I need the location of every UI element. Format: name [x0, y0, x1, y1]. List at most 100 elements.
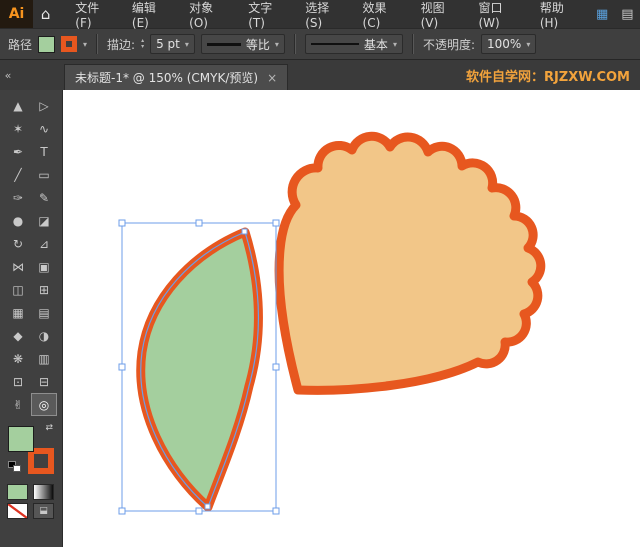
stroke-weight-combo[interactable]: 5 pt ▾: [150, 34, 195, 54]
tool-eraser[interactable]: ◪: [31, 209, 57, 232]
menu-bar: Ai ⌂ 文件(F) 编辑(E) 对象(O) 文字(T) 选择(S) 效果(C)…: [0, 0, 640, 28]
tool-type[interactable]: T: [31, 140, 57, 163]
fill-stroke-proxies: ⇄: [8, 426, 54, 474]
menu-item[interactable]: 对象(O): [180, 0, 239, 28]
stroke-swatch-dropdown-icon[interactable]: ▾: [83, 40, 87, 49]
document-tab-title: 未标题-1* @ 150% (CMYK/预览): [75, 69, 258, 86]
opacity-value: 100%: [487, 37, 521, 51]
screen-mode-icon: ⬓: [39, 506, 48, 516]
selection-handle[interactable]: [273, 364, 279, 370]
tool-free-transform[interactable]: ▣: [31, 255, 57, 278]
workspace-switcher-icon[interactable]: ▦: [590, 0, 615, 28]
tools-grid: ▲ ▷ ✶ ∿ ✒ T ╱ ▭ ✑ ✎ ● ◪: [5, 94, 57, 416]
selection-handle[interactable]: [119, 364, 125, 370]
tool-width[interactable]: ⋈: [5, 255, 31, 278]
tool-pen[interactable]: ✒: [5, 140, 31, 163]
tool-slice[interactable]: ⊟: [31, 370, 57, 393]
menu-item[interactable]: 帮助(H): [531, 0, 590, 28]
tool-perspective-grid[interactable]: ⊞: [31, 278, 57, 301]
control-bar: 路径 ▾ 描边: ▴ ▾ 5 pt ▾ 等比 ▾ 基本 ▾ 不透明度: 100%…: [0, 28, 640, 60]
menu-item[interactable]: 文字(T): [239, 0, 296, 28]
collapse-dock-icon[interactable]: «: [0, 60, 16, 90]
color-button[interactable]: [7, 484, 28, 500]
leaf-shape[interactable]: [141, 232, 259, 507]
screen-mode-button[interactable]: ⬓: [33, 503, 54, 519]
swap-fill-stroke-icon[interactable]: ⇄: [45, 423, 53, 433]
main-area: ▲ ▷ ✶ ∿ ✒ T ╱ ▭ ✑ ✎ ● ◪: [0, 90, 640, 547]
width-profile-value: 等比: [246, 36, 270, 53]
tool-column-graph[interactable]: ▥: [31, 347, 57, 370]
anchor-point[interactable]: [242, 229, 247, 234]
illustrator-logo: Ai: [0, 0, 33, 28]
brush-definition-combo[interactable]: 基本 ▾: [305, 34, 403, 54]
tool-magic-wand[interactable]: ✶: [5, 117, 31, 140]
tool-gradient[interactable]: ▤: [31, 301, 57, 324]
anchor-point[interactable]: [205, 504, 210, 509]
tool-line-segment[interactable]: ╱: [5, 163, 31, 186]
document-tab[interactable]: 未标题-1* @ 150% (CMYK/预览) ×: [64, 64, 288, 90]
tools-panel: ▲ ▷ ✶ ∿ ✒ T ╱ ▭ ✑ ✎ ● ◪: [0, 90, 63, 547]
menu-item[interactable]: 选择(S): [296, 0, 353, 28]
gradient-button[interactable]: [33, 484, 54, 500]
menu-item[interactable]: 窗口(W): [469, 0, 530, 28]
tool-zoom[interactable]: ◎: [31, 393, 57, 416]
tool-pencil[interactable]: ✎: [31, 186, 57, 209]
close-icon[interactable]: ×: [267, 71, 277, 85]
home-icon[interactable]: ⌂: [33, 0, 58, 28]
tool-symbol-sprayer[interactable]: ❋: [5, 347, 31, 370]
stroke-label: 描边:: [107, 36, 135, 53]
brush-preview: [311, 43, 359, 45]
default-fill-square: [13, 465, 21, 472]
default-colors-icon[interactable]: [8, 461, 21, 472]
tool-shape-builder[interactable]: ◫: [5, 278, 31, 301]
artboard: [63, 90, 640, 547]
opacity-combo[interactable]: 100% ▾: [481, 34, 536, 54]
chevron-down-icon: ▾: [185, 40, 189, 49]
stroke-weight-stepper[interactable]: ▴ ▾: [141, 38, 144, 50]
stepper-down-icon[interactable]: ▾: [141, 44, 144, 50]
color-mode-buttons: ⬓: [7, 484, 55, 519]
tab-gap: [16, 60, 64, 90]
selection-handle[interactable]: [273, 508, 279, 514]
menu-list: 文件(F) 编辑(E) 对象(O) 文字(T) 选择(S) 效果(C) 视图(V…: [66, 0, 589, 28]
canvas[interactable]: [63, 90, 640, 547]
fill-proxy[interactable]: [8, 426, 34, 452]
tool-blob-brush[interactable]: ●: [5, 209, 31, 232]
selection-handle[interactable]: [273, 220, 279, 226]
fill-color-swatch[interactable]: [38, 36, 55, 53]
tool-eyedropper[interactable]: ◆: [5, 324, 31, 347]
watermark-text: 软件自学网：RJZXW.COM: [456, 66, 640, 85]
selection-handle[interactable]: [196, 508, 202, 514]
menu-item[interactable]: 视图(V): [412, 0, 470, 28]
opacity-label: 不透明度:: [423, 36, 475, 53]
divider: [412, 34, 414, 54]
selection-handle[interactable]: [119, 508, 125, 514]
width-profile-combo[interactable]: 等比 ▾: [201, 34, 285, 54]
tool-scale[interactable]: ⊿: [31, 232, 57, 255]
menu-item[interactable]: 编辑(E): [123, 0, 180, 28]
divider: [96, 34, 98, 54]
tool-paintbrush[interactable]: ✑: [5, 186, 31, 209]
stroke-color-swatch[interactable]: [61, 36, 77, 52]
selection-handle[interactable]: [119, 220, 125, 226]
tool-rectangle[interactable]: ▭: [31, 163, 57, 186]
divider: [294, 34, 296, 54]
chevron-down-icon: ▾: [275, 40, 279, 49]
stroke-weight-value: 5 pt: [156, 37, 180, 51]
width-profile-preview: [207, 43, 241, 46]
tool-hand[interactable]: ✌: [5, 393, 31, 416]
panel-menu-icon[interactable]: ▤: [615, 0, 640, 28]
menu-item[interactable]: 文件(F): [66, 0, 123, 28]
tool-lasso[interactable]: ∿: [31, 117, 57, 140]
tool-blend[interactable]: ◑: [31, 324, 57, 347]
tool-rotate[interactable]: ↻: [5, 232, 31, 255]
tool-selection[interactable]: ▲: [5, 94, 31, 117]
selection-handle[interactable]: [196, 220, 202, 226]
tool-artboard[interactable]: ⊡: [5, 370, 31, 393]
tool-mesh[interactable]: ▦: [5, 301, 31, 324]
selection-type-label: 路径: [8, 36, 32, 53]
menu-item[interactable]: 效果(C): [354, 0, 412, 28]
none-button[interactable]: [7, 503, 28, 519]
tool-direct-selection[interactable]: ▷: [31, 94, 57, 117]
scalloped-shape[interactable]: [279, 136, 541, 390]
